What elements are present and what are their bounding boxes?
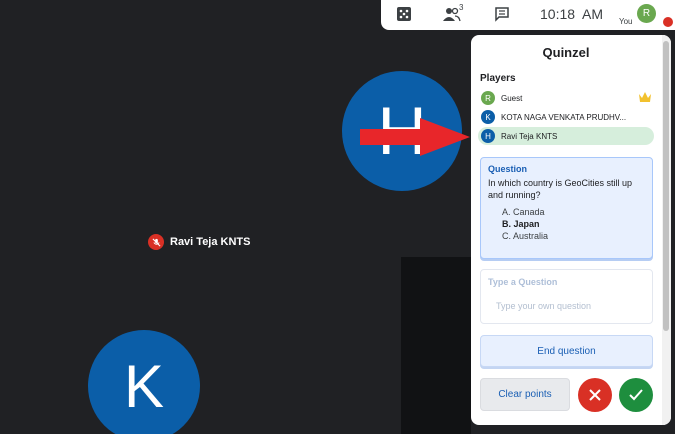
clear-points-button[interactable]: Clear points: [480, 378, 570, 411]
chat-icon[interactable]: [494, 6, 512, 24]
answer-option-b: B. Japan: [488, 218, 645, 230]
player-avatar: R: [481, 91, 495, 105]
annotation-arrow-icon: [360, 118, 470, 156]
answer-option-c: C. Australia: [488, 230, 645, 242]
compose-label: Type a Question: [488, 277, 558, 287]
checkmark-icon: [629, 389, 643, 401]
participant-name: Ravi Teja KNTS: [170, 236, 251, 248]
option-text: Japan: [513, 219, 540, 229]
self-avatar[interactable]: R: [637, 4, 656, 23]
player-name: Ravi Teja KNTS: [501, 131, 558, 141]
panel-title: Quinzel: [542, 45, 590, 60]
people-icon[interactable]: 3: [443, 3, 469, 24]
option-letter: B.: [502, 219, 511, 229]
option-text: Canada: [513, 207, 545, 217]
self-mic-off-icon: [663, 17, 673, 27]
participant-avatar-k: K: [88, 330, 200, 434]
players-heading: Players: [480, 73, 516, 84]
player-avatar: H: [481, 129, 495, 143]
clock: 10:18 AM: [540, 6, 604, 22]
compose-question-card: Type a Question: [480, 269, 653, 324]
question-label: Question: [488, 164, 528, 174]
player-avatar: K: [481, 110, 495, 124]
mark-wrong-button[interactable]: [578, 378, 612, 412]
option-text: Australia: [513, 231, 549, 241]
player-name: Guest: [501, 93, 523, 103]
mark-correct-button[interactable]: [619, 378, 653, 412]
panel-scrollbar[interactable]: [662, 35, 671, 425]
option-letter: C.: [502, 231, 511, 241]
video-tile-dark: [401, 257, 471, 434]
question-text: In which country is GeoCities still up a…: [488, 178, 633, 200]
player-row-guest[interactable]: R Guest: [478, 89, 654, 107]
player-row-ravi[interactable]: H Ravi Teja KNTS: [478, 127, 654, 145]
people-count: 3: [459, 3, 464, 12]
meeting-topbar: 3 10:18 AM You R: [381, 0, 675, 30]
self-label: You: [619, 17, 633, 26]
question-input[interactable]: [488, 301, 638, 311]
crown-icon: [639, 92, 651, 102]
question-card: Question In which country is GeoCities s…: [480, 157, 653, 259]
option-letter: A.: [502, 207, 511, 217]
participant-name-tag: Ravi Teja KNTS: [148, 234, 251, 250]
answer-option-a: A. Canada: [488, 206, 645, 218]
player-name: KOTA NAGA VENKATA PRUDHV...: [501, 112, 627, 122]
scroll-thumb[interactable]: [663, 41, 669, 331]
mic-off-icon: [148, 234, 164, 250]
dice-icon[interactable]: [396, 6, 414, 24]
close-icon: [589, 389, 601, 401]
end-question-button[interactable]: End question: [480, 335, 653, 367]
quinzel-panel: Quinzel Players R Guest K KOTA NAGA VENK…: [471, 35, 671, 425]
player-row-kota[interactable]: K KOTA NAGA VENKATA PRUDHV...: [478, 108, 654, 126]
